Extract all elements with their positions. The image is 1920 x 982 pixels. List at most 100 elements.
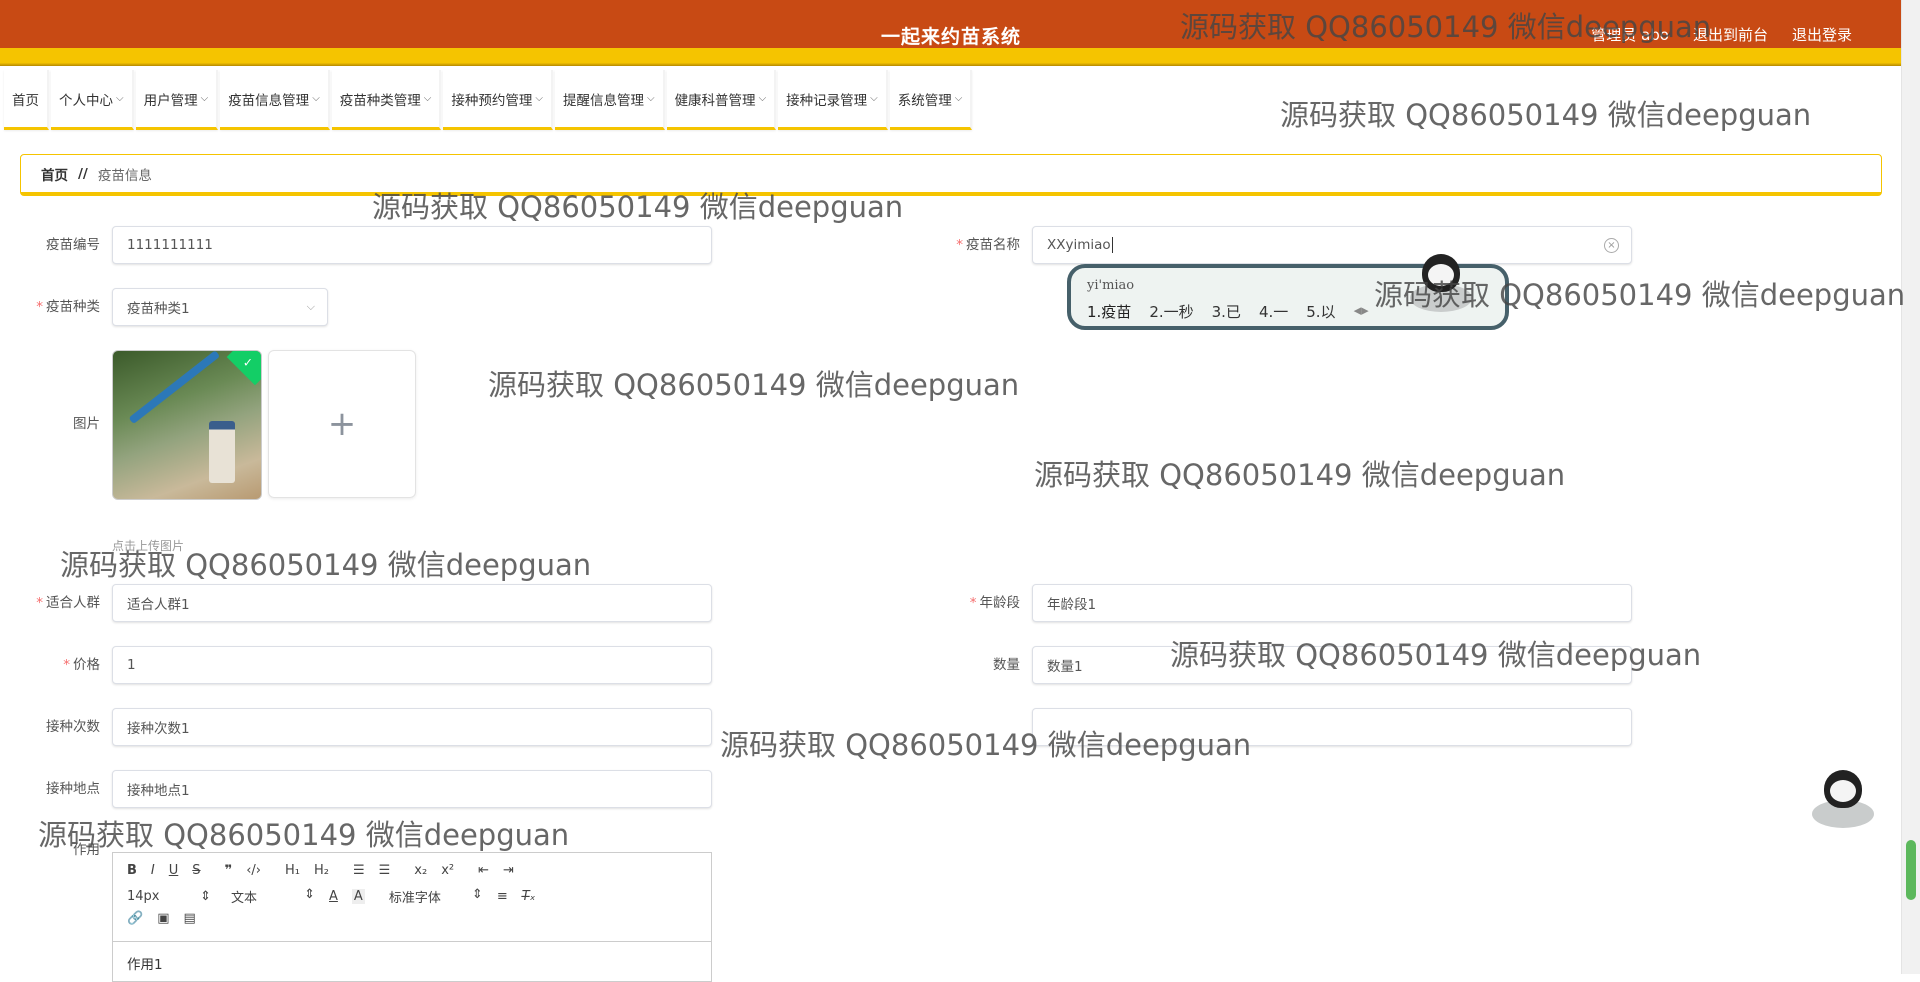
nav-appointment[interactable]: 接种预约管理 ⌵: [443, 70, 553, 130]
nav-system[interactable]: 系统管理 ⌵: [889, 70, 973, 130]
image-label: 图片: [73, 416, 100, 432]
background-color-icon[interactable]: A: [351, 889, 365, 904]
vaccine-image-thumbnail[interactable]: [112, 350, 262, 500]
video-icon[interactable]: ▤: [183, 911, 195, 926]
ime-page-arrows-icon[interactable]: ◂▸: [1354, 301, 1369, 322]
chevron-down-icon: ⌵: [870, 93, 878, 104]
page-scrollbar[interactable]: [1901, 0, 1920, 974]
clear-icon[interactable]: ×: [1604, 238, 1619, 253]
crowd-input[interactable]: 适合人群1: [112, 584, 712, 622]
scrollbar-thumb[interactable]: [1906, 840, 1916, 900]
nav-personal-center[interactable]: 个人中心 ⌵: [51, 70, 134, 130]
breadcrumb-home[interactable]: 首页: [41, 164, 68, 184]
chevron-down-icon: ⌵: [312, 93, 320, 104]
plus-icon: +: [327, 404, 357, 444]
ime-candidate-1[interactable]: 1.疫苗: [1087, 301, 1131, 322]
font-color-icon[interactable]: A: [329, 889, 338, 904]
nav-home[interactable]: 首页: [4, 70, 49, 130]
current-user: 管理员 abo: [1591, 26, 1669, 44]
clear-format-icon[interactable]: T̶ₓ: [522, 889, 536, 904]
main-nav: 首页 个人中心 ⌵ 用户管理 ⌵ 疫苗信息管理 ⌵ 疫苗种类管理 ⌵ 接种预约管理 ⌵ 提…: [4, 70, 973, 130]
ordered-list-icon[interactable]: ☰: [353, 863, 365, 878]
updown-icon: ⇕: [304, 887, 315, 902]
font-size-select[interactable]: 14px ⇕: [127, 889, 211, 904]
price-input[interactable]: 1: [112, 646, 712, 684]
strike-icon[interactable]: S: [192, 863, 200, 878]
subscript-icon[interactable]: x₂: [414, 863, 427, 878]
indent-icon[interactable]: ⇥: [503, 863, 514, 878]
link-icon[interactable]: 🔗: [127, 911, 143, 926]
image-icon[interactable]: ▣: [157, 911, 169, 926]
align-icon[interactable]: ≡: [497, 889, 508, 904]
ime-pinyin: yi'miao: [1087, 278, 1135, 293]
vaccine-code-input[interactable]: 1111111111: [112, 226, 712, 264]
price-label: * 价格: [63, 657, 100, 673]
quantity-input[interactable]: 数量1: [1032, 646, 1632, 684]
vaccine-name-input[interactable]: XXyimiao ×: [1032, 226, 1632, 264]
breadcrumb: 首页 // 疫苗信息: [20, 154, 1882, 196]
ime-candidate-4[interactable]: 4.一: [1259, 301, 1288, 322]
chevron-down-icon: ⌵: [306, 300, 315, 313]
heading-1-icon[interactable]: H₁: [285, 863, 300, 878]
editor-divider: [113, 941, 711, 942]
vaccine-type-select[interactable]: 疫苗种类1 ⌵: [112, 288, 328, 326]
extra-input[interactable]: [1032, 708, 1632, 746]
effect-label: 作用: [73, 842, 100, 858]
editor-toolbar-row-3: 🔗 ▣ ▤: [127, 911, 196, 926]
font-family-select[interactable]: 标准字体 ⇕: [389, 887, 483, 906]
place-input[interactable]: 接种地点1: [112, 770, 712, 808]
chevron-down-icon: ⌵: [423, 93, 432, 104]
nav-user-management[interactable]: 用户管理 ⌵: [135, 70, 219, 130]
place-label: 接种地点: [46, 781, 100, 797]
vaccine-name-label: * 疫苗名称: [956, 237, 1020, 253]
watermark: 源码获取 QQ86050149 微信deepguan: [488, 368, 1020, 402]
ime-candidate-3[interactable]: 3.已: [1212, 301, 1241, 322]
heading-2-icon[interactable]: H₂: [314, 863, 329, 878]
times-label: 接种次数: [46, 719, 100, 735]
rich-text-editor: B I U S ❞ ‹/› H₁ H₂ ☰ ☰ x₂ x² ⇤ ⇥ 14px ⇕ …: [112, 852, 712, 982]
upload-success-icon: [226, 351, 261, 386]
ime-candidate-5[interactable]: 5.以: [1306, 301, 1335, 322]
image-upload-button[interactable]: +: [268, 350, 416, 498]
nav-health-education[interactable]: 健康科普管理 ⌵: [666, 70, 777, 130]
watermark: 源码获取 QQ86050149 微信deepguan: [1280, 98, 1812, 132]
crowd-label: * 适合人群: [36, 595, 100, 611]
text-caret: [1111, 237, 1113, 253]
chevron-down-icon: ⌵: [954, 93, 963, 104]
breadcrumb-current: 疫苗信息: [97, 167, 152, 184]
age-input[interactable]: 年龄段1: [1032, 584, 1632, 622]
top-actions: 管理员 abo 退出到前台 退出登录: [1591, 24, 1852, 45]
blockquote-icon[interactable]: ❞: [225, 863, 233, 878]
superscript-icon[interactable]: x²: [441, 863, 454, 878]
code-block-icon[interactable]: ‹/›: [246, 863, 261, 878]
nav-vaccine-type[interactable]: 疫苗种类管理 ⌵: [331, 70, 442, 130]
underline-icon[interactable]: U: [169, 863, 179, 878]
vial-graphic: [209, 421, 235, 483]
times-input[interactable]: 接种次数1: [112, 708, 712, 746]
logout-link[interactable]: 退出登录: [1792, 24, 1852, 45]
chevron-down-icon: ⌵: [116, 93, 124, 104]
editor-toolbar-row-1: B I U S ❞ ‹/› H₁ H₂ ☰ ☰ x₂ x² ⇤ ⇥: [127, 863, 514, 878]
watermark: 源码获取 QQ86050149 微信deepguan: [38, 818, 570, 852]
bullet-list-icon[interactable]: ☰: [379, 863, 391, 878]
syringe-graphic: [128, 351, 221, 425]
nav-vaccination-record[interactable]: 接种记录管理 ⌵: [778, 70, 888, 130]
ime-candidate-2[interactable]: 2.一秒: [1149, 301, 1193, 322]
exit-to-frontend-link[interactable]: 退出到前台: [1693, 24, 1768, 45]
nav-vaccine-info[interactable]: 疫苗信息管理 ⌵: [220, 70, 330, 130]
bold-icon[interactable]: B: [127, 863, 137, 878]
nav-reminder[interactable]: 提醒信息管理 ⌵: [554, 70, 665, 130]
vaccine-type-label: * 疫苗种类: [36, 299, 100, 315]
age-label: * 年龄段: [969, 595, 1020, 611]
vaccine-code-label: 疫苗编号: [46, 237, 100, 253]
chevron-down-icon: ⌵: [646, 93, 655, 104]
block-type-select[interactable]: 文本 ⇕: [231, 887, 315, 906]
updown-icon: ⇕: [471, 887, 483, 902]
editor-toolbar-row-2: 14px ⇕ 文本 ⇕ A A 标准字体 ⇕ ≡ T̶ₓ: [127, 887, 535, 906]
quantity-label: 数量: [993, 657, 1020, 673]
italic-icon[interactable]: I: [151, 863, 155, 878]
floating-mascot-icon[interactable]: [1812, 770, 1874, 832]
updown-icon: ⇕: [200, 889, 211, 904]
outdent-icon[interactable]: ⇤: [478, 863, 489, 878]
editor-content[interactable]: 作用1: [127, 953, 163, 973]
